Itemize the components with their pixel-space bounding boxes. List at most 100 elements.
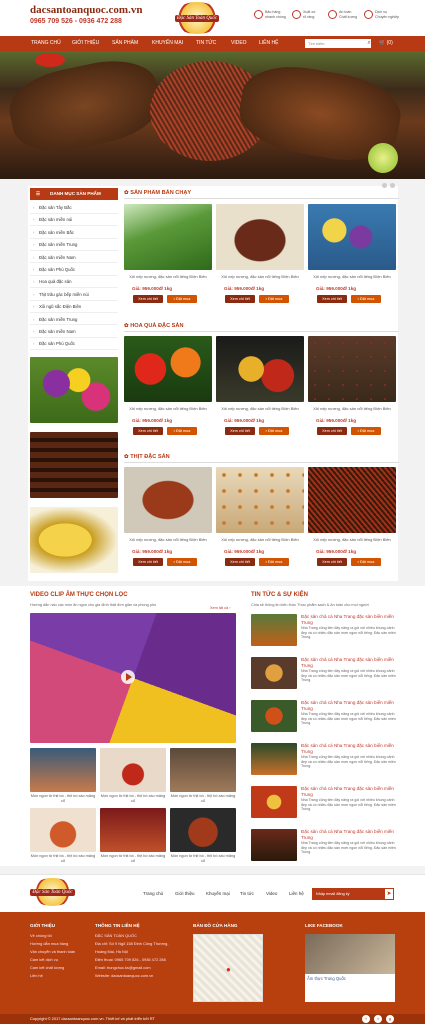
facebook-icon[interactable]: f — [362, 1015, 370, 1023]
nav-home[interactable]: TRANG CHỦ — [31, 36, 61, 51]
newsletter-email-input[interactable]: Nhập email đăng ký — [312, 888, 384, 900]
buy-button[interactable]: ▪ Đặt mua — [259, 295, 289, 303]
footer-nav-home[interactable]: Trang chủ — [143, 891, 163, 896]
product-name[interactable]: Xôi nếp nương, đặc sản nổi tiếng Điện Bi… — [124, 274, 212, 279]
video-more-link[interactable]: Xem tất cả › — [210, 606, 230, 610]
view-detail-button[interactable]: Xem chi tiết — [225, 427, 255, 435]
buy-button[interactable]: ▪ Đặt mua — [259, 558, 289, 566]
news-item-title[interactable]: Đặc sản chả cá Nha Trang đặc sản biển mi… — [301, 829, 397, 840]
video-thumbnail[interactable] — [30, 748, 96, 792]
buy-button[interactable]: ▪ Đặt mua — [351, 558, 381, 566]
product-name[interactable]: Xôi nếp nương, đặc sản nổi tiếng Điện Bi… — [216, 406, 304, 411]
product-image[interactable] — [216, 204, 304, 270]
brand-logo[interactable]: Đặc Sản Toàn Quốc — [172, 2, 222, 34]
product-name[interactable]: Xôi nếp nương, đặc sản nổi tiếng Điện Bi… — [308, 274, 396, 279]
news-item-title[interactable]: Đặc sản chả cá Nha Trang đặc sản biển mi… — [301, 700, 397, 711]
product-name[interactable]: Xôi nếp nương, đặc sản nổi tiếng Điện Bi… — [124, 406, 212, 411]
product-name[interactable]: Xôi nếp nương, đặc sản nổi tiếng Điện Bi… — [216, 274, 304, 279]
product-card[interactable]: Xôi nếp nương, đặc sản nổi tiếng Điện Bi… — [308, 467, 396, 585]
footer-logo[interactable]: Đặc Sản Toàn Quốc — [30, 878, 75, 906]
news-item-title[interactable]: Đặc sản chả cá Nha Trang đặc sản biển mi… — [301, 743, 397, 754]
view-detail-button[interactable]: Xem chi tiết — [133, 427, 163, 435]
buy-button[interactable]: ▪ Đặt mua — [351, 295, 381, 303]
category-item[interactable]: Đặc sản miền Nam — [30, 252, 118, 264]
buy-button[interactable]: ▪ Đặt mua — [167, 295, 197, 303]
search-input[interactable]: Tìm kiếm — [305, 39, 371, 48]
product-name[interactable]: Xôi nếp nương, đặc sản nổi tiếng Điện Bi… — [308, 537, 396, 542]
footer-link[interactable]: Liên hệ — [30, 973, 43, 979]
product-name[interactable]: Xôi nếp nương, đặc sản nổi tiếng Điện Bi… — [124, 537, 212, 542]
product-image[interactable] — [124, 336, 212, 402]
category-item[interactable]: Đặc sản miền Trung — [30, 314, 118, 326]
fb-page-name[interactable]: Ẩm thực Trung Quốc — [305, 974, 395, 983]
category-item[interactable]: Đặc sản miền Bắc — [30, 227, 118, 239]
footer-nav-video[interactable]: Video — [266, 891, 277, 896]
buy-button[interactable]: ▪ Đặt mua — [259, 427, 289, 435]
nav-news[interactable]: TIN TỨC — [196, 36, 216, 51]
product-image[interactable] — [124, 204, 212, 270]
view-detail-button[interactable]: Xem chi tiết — [317, 427, 347, 435]
product-card[interactable]: Xôi nếp nương, đặc sản nổi tiếng Điện Bi… — [124, 204, 212, 322]
durian-image[interactable] — [30, 507, 118, 573]
hero-banner[interactable] — [0, 51, 425, 179]
news-item-title[interactable]: Đặc sản chả cá Nha Trang đặc sản biển mi… — [301, 614, 397, 625]
category-item[interactable]: Hoa quả đặc sản — [30, 276, 118, 289]
video-thumbnail[interactable] — [170, 808, 236, 852]
nav-products[interactable]: SẢN PHẨM — [112, 36, 138, 51]
product-card[interactable]: Xôi nếp nương, đặc sản nổi tiếng Điện Bi… — [308, 204, 396, 322]
category-item[interactable]: Đặc sản Tây Bắc — [30, 202, 118, 214]
smoked-meat-image[interactable] — [30, 432, 118, 498]
news-image[interactable] — [251, 829, 297, 861]
video-caption[interactable]: Món ngon từ thịt bò - thịt bò xào măng c… — [100, 794, 166, 804]
buy-button[interactable]: ▪ Đặt mua — [167, 427, 197, 435]
category-item[interactable]: Đặc sản Phú Quốc — [30, 264, 118, 276]
video-caption[interactable]: Món ngon từ thịt bò - thịt bò xào măng c… — [30, 794, 96, 804]
product-card[interactable]: Xôi nếp nương, đặc sản nổi tiếng Điện Bi… — [124, 467, 212, 585]
product-name[interactable]: Xôi nếp nương, đặc sản nổi tiếng Điện Bi… — [216, 537, 304, 542]
send-icon[interactable]: ➤ — [384, 888, 394, 900]
news-image[interactable] — [251, 657, 297, 689]
category-item[interactable]: Thịt trâu gác bếp miền núi — [30, 289, 118, 301]
news-image[interactable] — [251, 786, 297, 818]
video-thumbnail[interactable] — [100, 748, 166, 792]
nav-video[interactable]: VIDEO — [231, 36, 247, 51]
news-image[interactable] — [251, 743, 297, 775]
footer-link[interactable]: Cam kết dịch vụ — [30, 957, 58, 963]
google-plus-icon[interactable]: g — [386, 1015, 394, 1023]
product-card[interactable]: Xôi nếp nương, đặc sản nổi tiếng Điện Bi… — [216, 336, 304, 454]
product-name[interactable]: Xôi nếp nương, đặc sản nổi tiếng Điện Bi… — [308, 406, 396, 411]
facebook-widget[interactable]: Ẩm thực Trung Quốc — [305, 934, 395, 1002]
news-image[interactable] — [251, 614, 297, 646]
twitter-icon[interactable]: t — [374, 1015, 382, 1023]
category-item[interactable]: Xôi ngũ sắc Điện Biên — [30, 301, 118, 313]
view-detail-button[interactable]: Xem chi tiết — [133, 558, 163, 566]
category-item[interactable]: Đặc sản miền Trung — [30, 239, 118, 251]
view-detail-button[interactable]: Xem chi tiết — [225, 558, 255, 566]
footer-nav-contact[interactable]: Liên hệ — [289, 891, 304, 896]
slider-prev[interactable] — [382, 183, 387, 188]
video-caption[interactable]: Món ngon từ thịt bò - thịt bò xào măng c… — [170, 794, 236, 804]
site-name[interactable]: dacsantoanquoc.com.vn — [30, 4, 142, 16]
video-thumbnail[interactable] — [100, 808, 166, 852]
video-caption[interactable]: Món ngon từ thịt bò - thịt bò xào măng c… — [30, 854, 96, 864]
product-image[interactable] — [124, 467, 212, 533]
category-item[interactable]: Đặc sản Phú Quốc — [30, 338, 118, 351]
product-card[interactable]: Xôi nếp nương, đặc sản nổi tiếng Điện Bi… — [216, 204, 304, 322]
footer-link[interactable]: Vận chuyển và thanh toán — [30, 949, 75, 955]
category-item[interactable]: Đặc sản miền Nam — [30, 326, 118, 338]
view-detail-button[interactable]: Xem chi tiết — [317, 558, 347, 566]
slider-next[interactable] — [390, 183, 395, 188]
product-image[interactable] — [308, 204, 396, 270]
news-item-title[interactable]: Đặc sản chả cá Nha Trang đặc sản biển mi… — [301, 657, 397, 668]
nav-contact[interactable]: LIÊN HỆ — [259, 36, 278, 51]
footer-link[interactable]: Về chúng tôi — [30, 933, 52, 939]
footer-nav-about[interactable]: Giới thiệu — [175, 891, 194, 896]
product-card[interactable]: Xôi nếp nương, đặc sản nổi tiếng Điện Bi… — [308, 336, 396, 454]
nav-promotions[interactable]: KHUYẾN MẠI — [152, 36, 183, 51]
nav-about[interactable]: GIỚI THIỆU — [72, 36, 99, 51]
product-image[interactable] — [216, 336, 304, 402]
view-detail-button[interactable]: Xem chi tiết — [317, 295, 347, 303]
footer-nav-news[interactable]: Tin tức — [240, 891, 254, 896]
product-card[interactable]: Xôi nếp nương, đặc sản nổi tiếng Điện Bi… — [216, 467, 304, 585]
footer-nav-promotions[interactable]: Khuyến mại — [206, 891, 230, 896]
